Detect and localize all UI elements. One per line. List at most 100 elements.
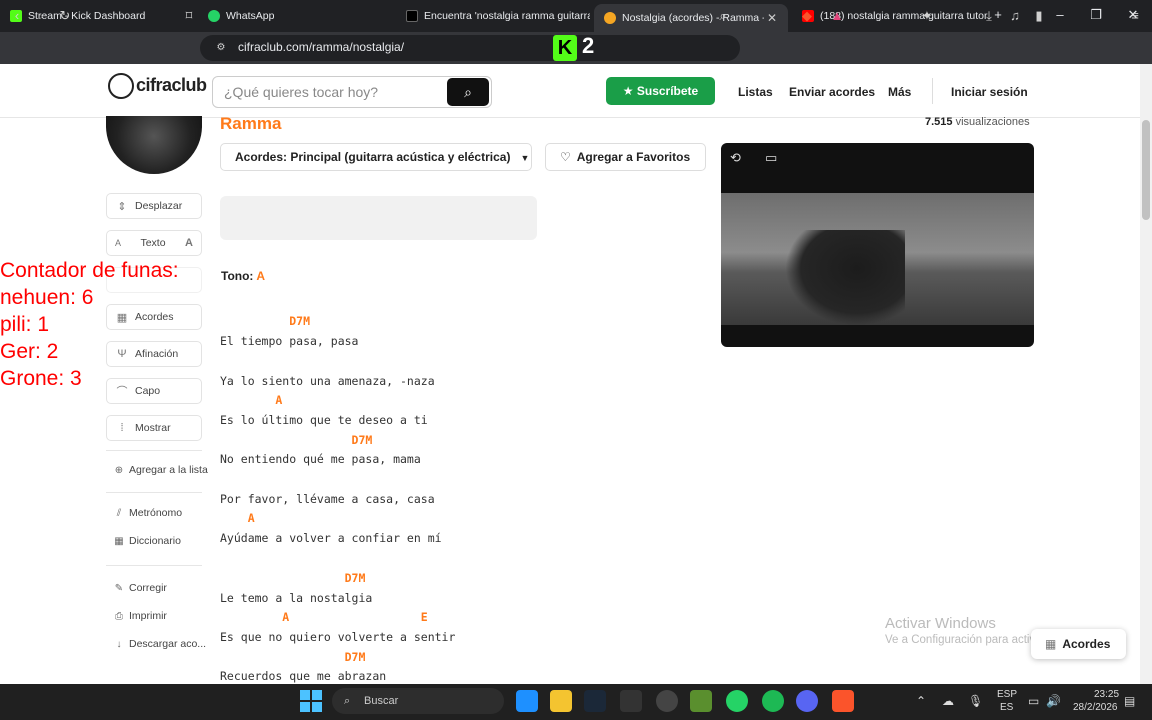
zoom-icon[interactable]: ⌕ <box>714 7 732 25</box>
chord-line[interactable]: D7M <box>220 571 366 585</box>
menu-icon[interactable]: ≡ <box>1126 7 1144 25</box>
language-bottom[interactable]: ES <box>1000 702 1013 713</box>
floating-chords-button[interactable]: ▦ Acordes <box>1031 629 1126 659</box>
extensions-icon[interactable]: ✦ <box>918 7 936 25</box>
rail-divider <box>106 492 202 493</box>
text-larger-button[interactable]: A <box>185 237 193 249</box>
show-button[interactable]: ⁞ Mostrar <box>106 415 202 441</box>
tab-whatsapp[interactable]: WhatsApp <box>198 4 394 28</box>
taskbar-search[interactable]: ⌕ Buscar <box>332 688 504 714</box>
add-list-icon: ⊕ <box>114 464 124 476</box>
nav-mas[interactable]: Más <box>888 85 911 99</box>
network-icon[interactable]: ▭ <box>1028 694 1039 708</box>
lyric-line: Es lo último que te deseo a ti <box>220 413 428 427</box>
text-smaller-button[interactable]: A <box>115 238 121 248</box>
sidebar-icon[interactable]: ▮ <box>1030 7 1048 25</box>
chord-line[interactable]: D7M <box>220 650 366 664</box>
scrollbar-thumb[interactable] <box>1142 120 1150 220</box>
tab-tiktok[interactable]: Encuentra 'nostalgia ramma guitarra <box>396 4 590 28</box>
activate-windows-title: Activar Windows <box>885 615 996 632</box>
chord-line[interactable]: D7M <box>220 314 310 328</box>
chord-line[interactable]: A <box>220 511 255 525</box>
download-link[interactable]: ↓ Descargar aco... <box>114 638 207 650</box>
text-size-control[interactable]: A Texto A <box>106 230 202 256</box>
close-tab-icon[interactable]: ✕ <box>764 11 780 25</box>
microphone-icon[interactable]: 🎙 <box>968 694 983 708</box>
spotify-icon[interactable] <box>762 690 784 712</box>
artist-name[interactable]: Ramma <box>220 114 281 134</box>
add-to-list-link[interactable]: ⊕ Agregar a la lista <box>114 464 208 476</box>
rotate-video-icon[interactable]: ⟲ <box>730 150 741 166</box>
brave-taskbar-icon[interactable] <box>832 690 854 712</box>
obs-icon[interactable] <box>656 690 678 712</box>
dictionary-link[interactable]: ▦ Diccionario <box>114 535 181 547</box>
notifications-icon[interactable]: ▤ <box>1124 694 1135 708</box>
funas-counter-line: Grone: 3 <box>0 367 82 390</box>
steam-icon[interactable] <box>584 690 606 712</box>
search-button[interactable]: ⌕ <box>447 78 489 106</box>
downloads-icon[interactable]: ⤓ <box>980 7 998 25</box>
correct-link[interactable]: ✎ Corregir <box>114 582 167 594</box>
funas-counter-title: Contador de funas: <box>0 259 179 282</box>
chords-button[interactable]: ▦ Acordes <box>106 304 202 330</box>
site-info-icon[interactable]: ⚙ <box>212 39 230 57</box>
artist-avatar[interactable] <box>106 116 202 174</box>
clock-time[interactable]: 23:25 <box>1094 689 1119 700</box>
back-icon[interactable]: ‹ <box>8 7 26 25</box>
bookmark-icon[interactable]: ⌑ <box>180 7 198 25</box>
funas-counter-line: Ger: 2 <box>0 340 59 363</box>
kick-logo-icon: K <box>553 35 577 61</box>
key-value[interactable]: A <box>256 269 265 283</box>
tray-overflow-icon[interactable]: ⌃ <box>916 694 926 708</box>
chord-line[interactable]: D7M <box>220 433 373 447</box>
discord-icon[interactable] <box>796 690 818 712</box>
volume-icon[interactable]: 🔊 <box>1046 694 1061 708</box>
brave-shields-icon[interactable]: ◆ <box>798 7 816 25</box>
epic-games-icon[interactable] <box>620 690 642 712</box>
music-icon[interactable]: ♫ <box>1006 7 1024 25</box>
brave-shield-icon <box>604 12 616 24</box>
tab-kick[interactable]: Stream - Kick Dashboard <box>0 4 196 28</box>
cifraclub-logo[interactable]: cifraclub <box>108 73 207 99</box>
lyric-line: Es que no quiero volverte a sentir <box>220 630 456 644</box>
lyric-line: Ya lo siento una amenaza, -naza <box>220 374 435 388</box>
tuning-button[interactable]: Ψ Afinación <box>106 341 202 367</box>
reload-icon[interactable]: ↻ <box>56 7 74 25</box>
show-grid-icon: ⁞ <box>120 422 124 434</box>
whatsapp-icon <box>208 10 220 22</box>
print-link[interactable]: ⎙ Imprimir <box>114 610 167 622</box>
chord-version-select[interactable]: Acordes: Principal (guitarra acústica y … <box>220 143 532 171</box>
metronome-link[interactable]: ⫽ Metrónomo <box>114 507 182 519</box>
whatsapp-taskbar-icon[interactable] <box>726 690 748 712</box>
nav-listas[interactable]: Listas <box>738 85 773 99</box>
maximize-icon[interactable]: ❐ <box>1086 7 1106 23</box>
brave-rewards-icon[interactable]: ▲ <box>828 7 846 25</box>
windows-start-icon[interactable] <box>300 690 322 712</box>
chord-line[interactable]: A E <box>220 610 427 624</box>
ad-placeholder <box>220 196 537 240</box>
capo-button[interactable]: ⌒ Capo <box>106 378 202 404</box>
lyric-line: El tiempo pasa, pasa <box>220 334 359 348</box>
scroll-button[interactable]: ⇕ Desplazar <box>106 193 202 219</box>
nav-enviar-acordes[interactable]: Enviar acordes <box>789 85 875 99</box>
minecraft-icon[interactable] <box>690 690 712 712</box>
chord-line[interactable]: A <box>220 393 282 407</box>
minimize-icon[interactable]: – <box>1050 7 1070 22</box>
onedrive-icon[interactable]: ☁ <box>942 694 954 708</box>
rail-divider <box>106 450 202 451</box>
clock-date[interactable]: 28/2/2026 <box>1073 702 1118 713</box>
add-favorite-button[interactable]: ♡ Agregar a Favoritos <box>545 143 706 171</box>
guitar-logo-icon <box>108 73 134 99</box>
photos-app-icon[interactable] <box>516 690 538 712</box>
pip-icon[interactable]: ▭ <box>765 150 777 166</box>
language-top[interactable]: ESP <box>997 689 1017 700</box>
tab-youtube[interactable]: (188) nostalgia ramma guitarra tutor <box>792 4 988 28</box>
nav-login[interactable]: Iniciar sesión <box>951 85 1028 99</box>
download-icon: ↓ <box>116 638 122 650</box>
tab-cifraclub[interactable]: Nostalgia (acordes) - Ramma - C ✕ <box>594 4 788 32</box>
kick-badge: 2 <box>582 33 595 58</box>
forward-icon[interactable]: › <box>32 7 50 25</box>
subscribe-button[interactable]: ★ Suscríbete <box>606 77 715 105</box>
file-explorer-icon[interactable] <box>550 690 572 712</box>
search-icon: ⌕ <box>464 84 472 100</box>
